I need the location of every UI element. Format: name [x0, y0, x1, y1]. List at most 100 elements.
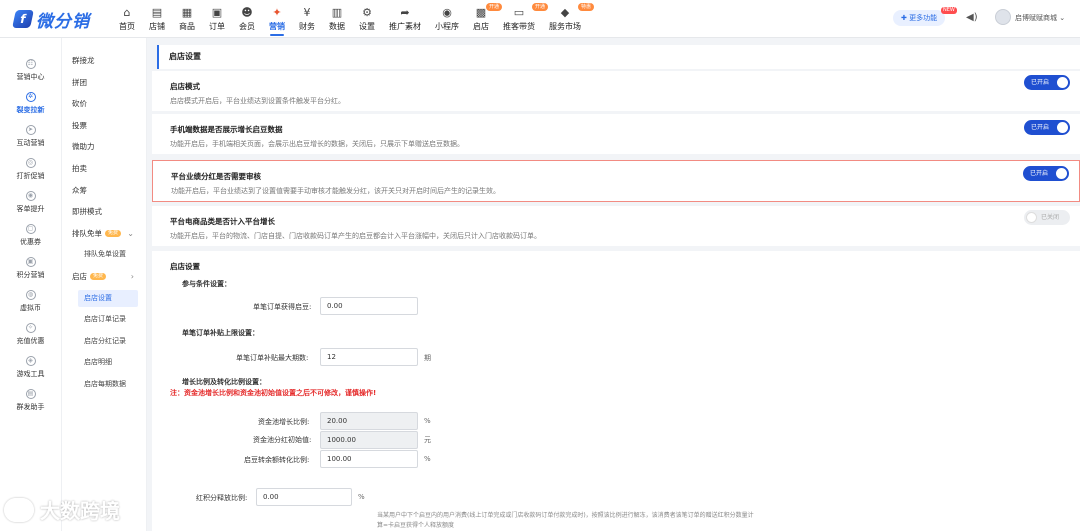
- speaker-icon[interactable]: ◀): [966, 12, 978, 23]
- nav-item-13[interactable]: ◆ 服务市场 特惠: [542, 2, 594, 36]
- sidebar-item-store-sub-0[interactable]: 启店设置: [62, 288, 146, 310]
- bean-convert-input[interactable]: 100.00: [320, 450, 418, 468]
- nav-icon: ✦: [272, 5, 282, 19]
- subsidy-unit: 期: [424, 354, 431, 362]
- setting-row-ecommerce: 平台电商品类是否计入平台增长 功能开启后，平台的物流、门店自提、门店收款码订单产…: [152, 206, 1080, 246]
- nav-label: 推客带货: [503, 21, 535, 31]
- nav-item-4[interactable]: ☻ 会员: [232, 2, 262, 36]
- category-item-2[interactable]: ➤ 互动营销: [0, 120, 61, 153]
- top-bar: f 微分销 ⌂ 首页 ▤ 店铺 ▦ 商品 ▣ 订单 ☻ 会员 ✦ 营销 ¥ 财务 ▥ 数据 ⚙ 设置 ➦ 推广素材 ◉ 小…: [0, 0, 1080, 38]
- setting-title: 启店模式: [170, 82, 200, 91]
- nav-icon: ⚙: [362, 5, 372, 19]
- dividend-input[interactable]: 0.00: [256, 488, 352, 506]
- logo-icon: f: [12, 10, 34, 28]
- sidebar-item-queue-settings[interactable]: 排队免单设置: [62, 244, 146, 266]
- nav-icon: ▭: [513, 5, 525, 19]
- sidebar-item-1[interactable]: 拼团: [62, 72, 146, 94]
- single-bean-input[interactable]: 0.00: [320, 297, 418, 315]
- nav-item-10[interactable]: ◉ 小程序: [428, 2, 466, 36]
- category-item-7[interactable]: ◍ 虚拟币: [0, 285, 61, 318]
- nav-item-2[interactable]: ▦ 商品: [172, 2, 202, 36]
- sidebar-item-queue[interactable]: 排队免单 免费 ⌄: [62, 223, 146, 245]
- sidebar-item-6[interactable]: 众筹: [62, 180, 146, 202]
- setting-row-mobile-data: 手机端数据是否展示增长启豆数据 功能开启后，手机端相关页面，会展示出启豆增长的数…: [152, 114, 1080, 154]
- sidebar-item-store-sub-4[interactable]: 启店每期数据: [62, 374, 146, 396]
- category-icon: ✧: [25, 323, 36, 333]
- review-toggle[interactable]: 已开启: [1023, 166, 1069, 181]
- sidebar-item-store-sub-2[interactable]: 启店分红记录: [62, 331, 146, 353]
- nav-badge: 特惠: [577, 3, 594, 11]
- sidebar-item-3[interactable]: 投票: [62, 115, 146, 137]
- nav-item-0[interactable]: ⌂ 首页: [112, 2, 142, 36]
- category-item-9[interactable]: ◈ 游戏工具: [0, 351, 61, 384]
- pool-init-input[interactable]: 1000.00: [320, 431, 418, 449]
- setting-row-store-mode: 启店模式 启店模式开启后，平台业绩达到设置条件触发平台分红。 已开启: [152, 71, 1080, 111]
- category-item-5[interactable]: ▢ 优惠券: [0, 219, 61, 252]
- pool-growth-input[interactable]: 20.00: [320, 412, 418, 430]
- dividend-note: 当某用户中下个启豆内的用户消费(线上订单完成或门店收款码订单付款完成时)，按照该…: [377, 512, 754, 529]
- setting-desc: 功能开启后，手机端相关页面，会展示出启豆增长的数据，关闭后，只展示下单赠送启豆数…: [170, 140, 464, 148]
- nav-item-3[interactable]: ▣ 订单: [202, 2, 232, 36]
- sidebar-item-4[interactable]: 微助力: [62, 136, 146, 158]
- category-item-6[interactable]: ▣ 积分营销: [0, 252, 61, 285]
- nav-item-5[interactable]: ✦ 营销: [262, 2, 292, 36]
- category-label: 充值优惠: [16, 337, 45, 345]
- mobile-data-toggle[interactable]: 已开启: [1024, 120, 1070, 135]
- dividend-label: 红积分释放比例:: [196, 494, 248, 502]
- nav-item-7[interactable]: ▥ 数据: [322, 2, 352, 36]
- sidebar-item-7[interactable]: 即拼模式: [62, 201, 146, 223]
- logo[interactable]: f 微分销: [12, 7, 90, 32]
- nav-icon: ▤: [151, 5, 163, 19]
- subsidy-label: 单笔订单补贴上限设置：: [182, 329, 259, 337]
- sidebar-item-store-sub-1[interactable]: 启店订单记录: [62, 309, 146, 331]
- setting-desc: 功能开启后，平台业绩达到了设置值需要手动审核才能触发分红，该开关只对开启时间后产…: [171, 187, 500, 195]
- nav-item-12[interactable]: ▭ 推客带货 开通: [496, 2, 548, 36]
- category-icon: ▤: [25, 389, 36, 399]
- nav-label: 店铺: [149, 21, 165, 31]
- category-icon: ▢: [25, 224, 36, 234]
- nav-item-1[interactable]: ▤ 店铺: [142, 2, 172, 36]
- shop-name-dropdown[interactable]: 启博赋赋商城 ⌄: [1015, 13, 1065, 23]
- sidebar-item-store-sub-3[interactable]: 启店明细: [62, 352, 146, 374]
- nav-label: 订单: [209, 21, 225, 31]
- main-nav: ⌂ 首页 ▤ 店铺 ▦ 商品 ▣ 订单 ☻ 会员 ✦ 营销 ¥ 财务 ▥ 数据 ⚙ 设置 ➦ 推广素材 ◉ 小程序 ▩ 启店开…: [112, 2, 594, 36]
- category-item-1[interactable]: ✲ 裂变拉新: [0, 87, 61, 120]
- category-icon: ◉: [25, 191, 36, 201]
- store-mode-toggle[interactable]: 已开启: [1024, 75, 1070, 90]
- category-item-0[interactable]: ☷ 营销中心: [0, 54, 61, 87]
- nav-label: 启店: [473, 21, 489, 31]
- sidebar-item-store[interactable]: 启店 免费 ›: [62, 266, 146, 288]
- section-title: 启店设置: [170, 262, 200, 271]
- category-item-4[interactable]: ◉ 客单提升: [0, 186, 61, 219]
- bean-convert-label: 启豆转余额转化比例:: [244, 456, 310, 464]
- bean-convert-unit: %: [424, 455, 431, 463]
- setting-row-review: 平台业绩分红是否需要审核 功能开启后，平台业绩达到了设置值需要手动审核才能触发分…: [152, 160, 1080, 202]
- category-item-3[interactable]: ◎ 打折促销: [0, 153, 61, 186]
- nav-icon: ¥: [303, 5, 311, 19]
- nav-label: 推广素材: [389, 21, 421, 31]
- setting-desc: 启店模式开启后，平台业绩达到设置条件触发平台分红。: [170, 97, 345, 105]
- nav-label: 小程序: [435, 21, 459, 31]
- ecommerce-toggle[interactable]: 已关闭: [1024, 210, 1070, 225]
- watermark-logo-icon: [4, 497, 34, 522]
- nav-icon: ➦: [400, 5, 410, 19]
- more-features-button[interactable]: ✚ 更多功能: [893, 10, 946, 26]
- category-label: 营销中心: [16, 73, 45, 81]
- participate-label: 参与条件设置：: [182, 280, 231, 288]
- sidebar-item-5[interactable]: 拍卖: [62, 158, 146, 180]
- nav-item-6[interactable]: ¥ 财务: [292, 2, 322, 36]
- category-item-10[interactable]: ▤ 群发助手: [0, 384, 61, 417]
- free-badge: 免费: [105, 230, 122, 238]
- nav-item-9[interactable]: ➦ 推广素材: [382, 2, 428, 36]
- warning-text: 注：资金池增长比例和资金池初始值设置之后不可修改，谨慎操作!: [170, 389, 377, 397]
- avatar[interactable]: [995, 9, 1011, 25]
- nav-item-8[interactable]: ⚙ 设置: [352, 2, 382, 36]
- category-item-8[interactable]: ✧ 充值优惠: [0, 318, 61, 351]
- nav-item-11[interactable]: ▩ 启店 开通: [466, 2, 502, 36]
- subsidy-max-input[interactable]: 12: [320, 348, 418, 366]
- free-badge: 免费: [90, 273, 107, 281]
- nav-icon: ▣: [211, 5, 223, 19]
- nav-label: 首页: [119, 21, 135, 31]
- sidebar-item-0[interactable]: 群接龙: [62, 50, 146, 72]
- sidebar-item-2[interactable]: 砍价: [62, 93, 146, 115]
